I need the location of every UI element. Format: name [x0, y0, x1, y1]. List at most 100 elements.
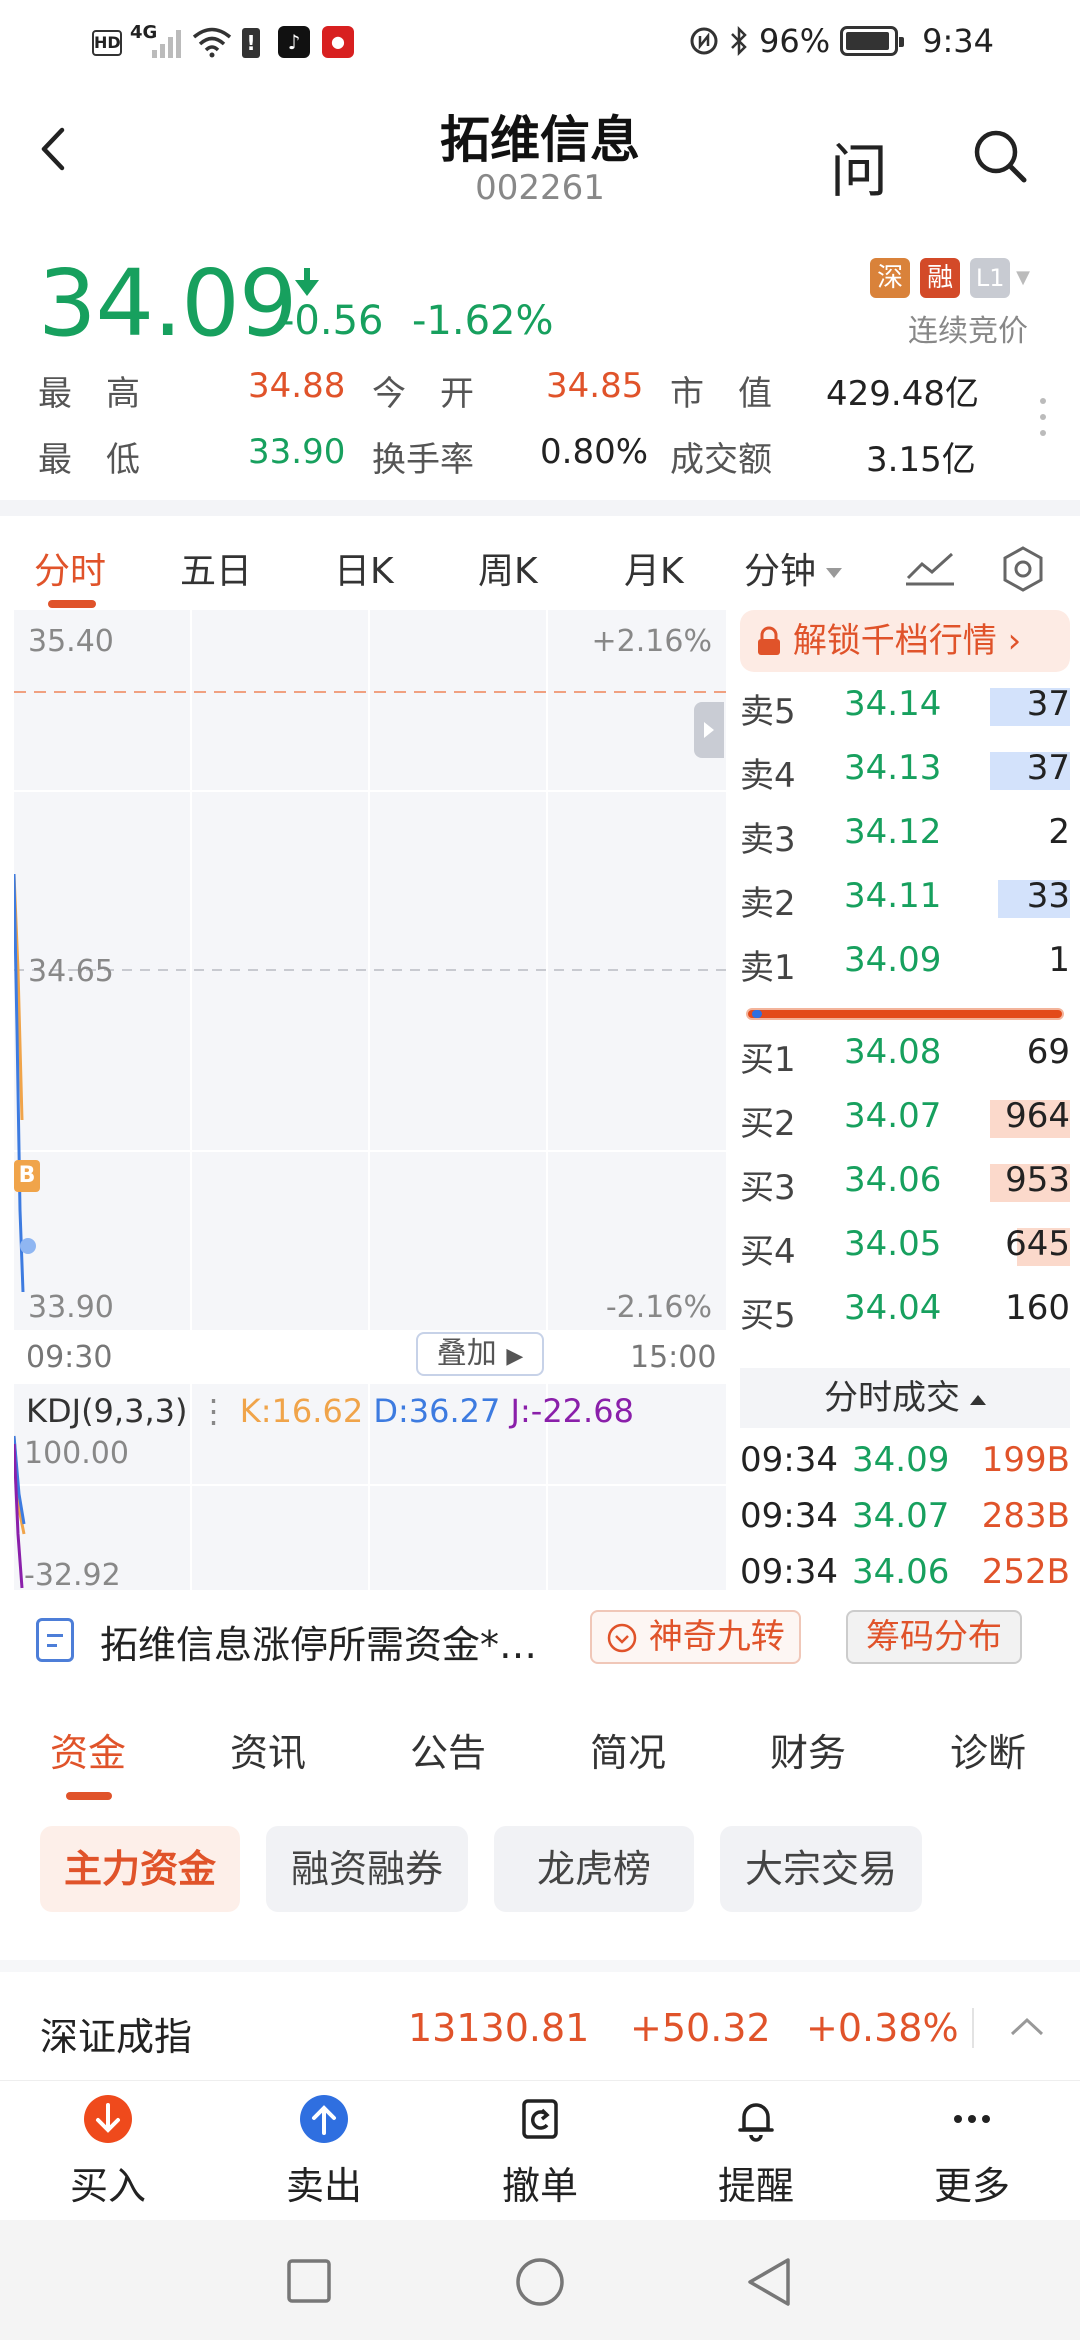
- stat-label: 换手率: [372, 440, 474, 480]
- ask-price: 34.14: [844, 684, 942, 724]
- tab-announcements[interactable]: 公告: [410, 1722, 486, 1777]
- ask-price: 34.13: [844, 748, 942, 788]
- nine-turn-chip[interactable]: 神奇九转: [590, 1610, 801, 1664]
- tiktok-icon: ♪: [278, 26, 310, 58]
- overlay-label: 叠加: [436, 1336, 497, 1371]
- level-badge[interactable]: L1: [970, 258, 1011, 298]
- news-headline[interactable]: 拓维信息涨停所需资金*…: [100, 1614, 537, 1669]
- tab-5day[interactable]: 五日: [180, 542, 252, 594]
- trade-time: 09:34: [740, 1496, 838, 1536]
- tab-financials[interactable]: 财务: [770, 1722, 846, 1777]
- expand-handle[interactable]: [694, 702, 724, 758]
- chip-distribution-button[interactable]: 筹码分布: [846, 1610, 1022, 1664]
- ask-level-row[interactable]: 卖3 34.12 2: [740, 808, 1070, 860]
- trades-header[interactable]: 分时成交: [740, 1368, 1070, 1428]
- time-end: 15:00: [630, 1340, 717, 1375]
- recents-icon[interactable]: [286, 2258, 332, 2304]
- ask-side: 卖1: [740, 948, 796, 988]
- battery-percent: 96%: [759, 22, 831, 60]
- stat-label: 今 开: [372, 374, 474, 414]
- home-icon[interactable]: [514, 2256, 566, 2308]
- ask-level-row[interactable]: 卖4 34.13 37: [740, 744, 1070, 796]
- index-ticker[interactable]: 深证成指 13130.81 +50.32 +0.38%: [0, 1976, 1080, 2076]
- ask-level-row[interactable]: 卖5 34.14 37: [740, 680, 1070, 732]
- stock-code: 002261: [475, 168, 605, 208]
- bluetooth-icon: [731, 25, 747, 57]
- tab-intraday[interactable]: 分时: [34, 542, 106, 594]
- intraday-chart[interactable]: 35.40 34.65 33.90 +2.16% -2.16%: [14, 610, 726, 1330]
- ask-level-row[interactable]: 卖2 34.11 33: [740, 872, 1070, 924]
- divider: [972, 2008, 974, 2048]
- stats-row-1: 最 高 34.88 今 开 34.85 市 值 429.48亿: [0, 366, 1080, 416]
- bid-level-row[interactable]: 买4 34.05 645: [740, 1220, 1070, 1272]
- cancel-order-button[interactable]: 撤单: [470, 2081, 610, 2210]
- chip-margin-trading[interactable]: 融资融券: [266, 1826, 468, 1912]
- indicator-icon[interactable]: [904, 548, 956, 588]
- pct-high-label: +2.16%: [591, 624, 712, 659]
- bid-volume: 160: [1005, 1288, 1070, 1328]
- more-label: 更多: [933, 2164, 1010, 2208]
- bid-level-row[interactable]: 买1 34.08 69: [740, 1028, 1070, 1080]
- tab-weekly-k[interactable]: 周K: [478, 542, 538, 594]
- more-icon: [954, 2115, 990, 2123]
- bid-ask-ratio-bar: [746, 1008, 1064, 1020]
- chart-tabs: 分时 五日 日K 周K 月K 分钟: [0, 530, 1080, 610]
- tab-monthly-k[interactable]: 月K: [624, 542, 684, 594]
- buy-button[interactable]: 买入: [38, 2081, 178, 2210]
- ask-level-row[interactable]: 卖1 34.09 1: [740, 936, 1070, 988]
- chip-block-trade[interactable]: 大宗交易: [720, 1826, 922, 1912]
- caret-up-icon: [970, 1394, 986, 1405]
- margin-badge: 融: [920, 258, 961, 298]
- y-low-label: 33.90: [28, 1290, 114, 1325]
- bid-price: 34.04: [844, 1288, 942, 1328]
- buy-marker[interactable]: B: [14, 1160, 40, 1192]
- last-point: [20, 1238, 36, 1254]
- tab-capital[interactable]: 资金: [50, 1722, 126, 1777]
- y-mid-label: 34.65: [28, 954, 114, 989]
- tab-daily-k[interactable]: 日K: [334, 542, 394, 594]
- tab-news[interactable]: 资讯: [230, 1722, 306, 1777]
- bid-level-row[interactable]: 买3 34.06 953: [740, 1156, 1070, 1208]
- info-strip: 拓维信息涨停所需资金*… 神奇九转 筹码分布: [0, 1610, 1080, 1690]
- sell-button[interactable]: 卖出: [254, 2081, 394, 2210]
- unlock-label: 解锁千档行情: [792, 621, 997, 661]
- chevron-down-icon[interactable]: ▼: [1016, 258, 1030, 298]
- bid-side: 买2: [740, 1104, 796, 1144]
- chip-main-capital[interactable]: 主力资金: [40, 1826, 240, 1912]
- price-line-plot: [14, 691, 726, 1293]
- tab-diagnosis[interactable]: 诊断: [950, 1722, 1026, 1777]
- unlock-depth-button[interactable]: 解锁千档行情 ›: [740, 610, 1070, 672]
- trade-price: 34.09: [852, 1440, 950, 1480]
- more-button[interactable]: 更多: [902, 2081, 1042, 2210]
- alert-label: 提醒: [717, 2164, 794, 2208]
- trade-row: 09:34 34.07 283B: [740, 1496, 1070, 1546]
- search-icon[interactable]: [970, 126, 1030, 186]
- alert-button[interactable]: 提醒: [686, 2081, 826, 2210]
- divider: [0, 500, 1080, 516]
- settings-icon[interactable]: [998, 544, 1048, 594]
- bid-level-row[interactable]: 买2 34.07 964: [740, 1092, 1070, 1144]
- stat-label: 最 低: [38, 440, 140, 480]
- back-icon[interactable]: [744, 2256, 792, 2308]
- chevron-up-icon[interactable]: [1008, 2014, 1046, 2040]
- chip-dragon-tiger[interactable]: 龙虎榜: [494, 1826, 694, 1912]
- ask-button[interactable]: 问: [830, 124, 888, 208]
- overlay-button[interactable]: 叠加 ▶: [416, 1332, 544, 1376]
- kdj-legend[interactable]: KDJ(9,3,3) ⋮ K:16.62 D:36.27 J:-22.68: [26, 1392, 634, 1430]
- app-icon: ●: [322, 26, 354, 58]
- bid-volume: 645: [1005, 1224, 1070, 1264]
- tab-profile[interactable]: 简况: [590, 1722, 666, 1777]
- stock-badges: 深 融 L1 ▼: [870, 258, 1030, 298]
- sell-label: 卖出: [285, 2164, 362, 2208]
- cancel-order-icon: [522, 2099, 558, 2139]
- bid-level-row[interactable]: 买5 34.04 160: [740, 1284, 1070, 1336]
- stat-label: 成交额: [670, 440, 772, 480]
- chevron-right-icon: ›: [1007, 621, 1022, 661]
- active-tab-indicator: [48, 600, 96, 608]
- more-stats-icon[interactable]: [1040, 398, 1050, 446]
- kdj-menu-icon[interactable]: ⋮: [198, 1392, 230, 1430]
- tab-minute[interactable]: 分钟: [744, 542, 843, 594]
- ask-side: 卖5: [740, 692, 796, 732]
- trade-volume: 283B: [981, 1496, 1070, 1536]
- kdj-k: K:16.62: [239, 1392, 364, 1430]
